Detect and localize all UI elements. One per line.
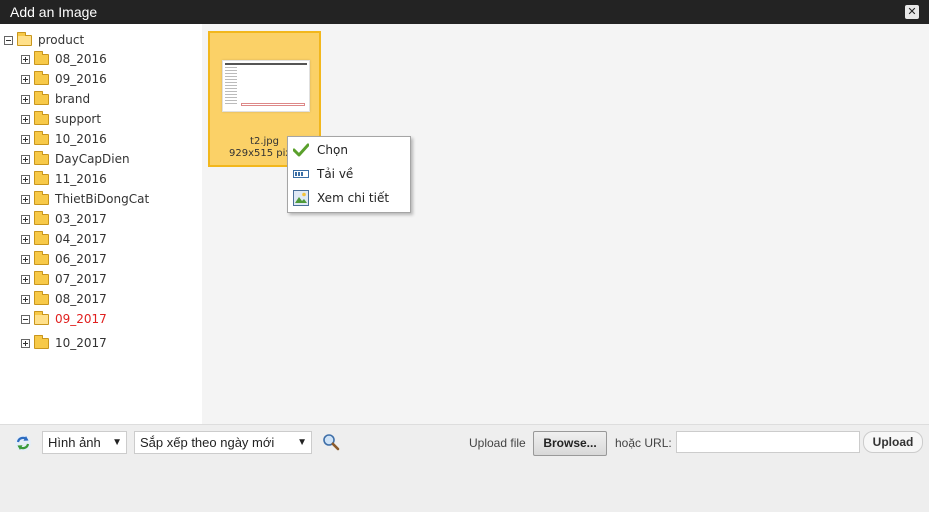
tree-item-label: product bbox=[38, 33, 85, 47]
image-preview-icon bbox=[292, 190, 310, 206]
tree-item-label: 11_2016 bbox=[55, 172, 107, 186]
tree-item[interactable]: 08_2017 bbox=[21, 289, 107, 309]
expand-icon[interactable] bbox=[21, 154, 30, 164]
expand-icon[interactable] bbox=[21, 74, 30, 84]
window-title: Add an Image bbox=[10, 4, 98, 20]
context-menu: Chọn Tải về Xem chi tiết bbox=[287, 136, 411, 213]
upload-button[interactable]: Upload bbox=[863, 431, 923, 453]
expand-icon[interactable] bbox=[21, 194, 30, 204]
expand-icon[interactable] bbox=[21, 114, 30, 124]
expand-icon[interactable] bbox=[21, 338, 30, 348]
tree-item[interactable]: 08_2016 bbox=[21, 49, 107, 69]
url-input[interactable] bbox=[676, 431, 860, 453]
expand-icon[interactable] bbox=[21, 94, 30, 104]
folder-icon bbox=[34, 50, 49, 65]
tree-item[interactable]: 07_2017 bbox=[21, 269, 107, 289]
search-icon[interactable] bbox=[322, 433, 340, 451]
sort-value: Sắp xếp theo ngày mới bbox=[140, 435, 275, 450]
close-icon[interactable]: ✕ bbox=[905, 5, 919, 19]
image-preview bbox=[222, 60, 310, 112]
refresh-icon[interactable] bbox=[14, 434, 32, 452]
expand-icon[interactable] bbox=[21, 214, 30, 224]
chevron-down-icon: ▼ bbox=[112, 437, 122, 448]
sort-select[interactable]: Sắp xếp theo ngày mới ▼ bbox=[134, 431, 312, 454]
menu-item-label: Xem chi tiết bbox=[317, 191, 390, 205]
folder-icon bbox=[34, 250, 49, 265]
menu-item-label: Tải về bbox=[317, 167, 354, 181]
folder-open-icon bbox=[34, 310, 49, 325]
menu-item-choose[interactable]: Chọn bbox=[288, 139, 410, 161]
tree-item[interactable]: 10_2017 bbox=[21, 333, 107, 353]
folder-icon bbox=[34, 150, 49, 165]
tree-item[interactable]: ThietBiDongCat bbox=[21, 189, 149, 209]
tree-root-product[interactable]: product bbox=[4, 30, 84, 50]
tree-item-label: support bbox=[55, 112, 102, 126]
folder-open-icon bbox=[17, 31, 32, 46]
title-bar: Add an Image ✕ bbox=[0, 0, 929, 24]
expand-icon[interactable] bbox=[21, 254, 30, 264]
browse-button[interactable]: Browse... bbox=[533, 431, 607, 456]
tree-item-label: 09_2017 bbox=[55, 312, 107, 326]
folder-icon bbox=[34, 70, 49, 85]
tree-item-label: 10_2016 bbox=[55, 132, 107, 146]
tree-item-selected[interactable]: 09_2017 bbox=[21, 309, 107, 329]
tree-item[interactable]: 10_2016 bbox=[21, 129, 107, 149]
expand-icon[interactable] bbox=[21, 294, 30, 304]
tree-item-label: 08_2016 bbox=[55, 52, 107, 66]
tree-item[interactable]: 11_2016 bbox=[21, 169, 107, 189]
file-type-filter[interactable]: Hình ảnh ▼ bbox=[42, 431, 127, 454]
folder-icon bbox=[34, 90, 49, 105]
folder-icon bbox=[34, 270, 49, 285]
menu-item-label: Chọn bbox=[317, 143, 348, 157]
upload-file-label: Upload file bbox=[469, 436, 526, 450]
folder-icon bbox=[34, 290, 49, 305]
folder-icon bbox=[34, 190, 49, 205]
collapse-icon[interactable] bbox=[4, 35, 13, 45]
expand-icon[interactable] bbox=[21, 54, 30, 64]
url-label: hoặc URL: bbox=[615, 436, 672, 450]
tree-item-label: ThietBiDongCat bbox=[55, 192, 150, 206]
tree-item-label: brand bbox=[55, 92, 91, 106]
expand-icon[interactable] bbox=[21, 134, 30, 144]
tree-item[interactable]: DayCapDien bbox=[21, 149, 130, 169]
tree-item-label: 08_2017 bbox=[55, 292, 107, 306]
chevron-down-icon: ▼ bbox=[297, 437, 307, 448]
folder-icon bbox=[34, 110, 49, 125]
folder-icon bbox=[34, 334, 49, 349]
expand-icon[interactable] bbox=[21, 174, 30, 184]
filter-value: Hình ảnh bbox=[48, 435, 101, 450]
tree-item-label: 06_2017 bbox=[55, 252, 107, 266]
file-browser-area: t2.jpg 929x515 pixel bbox=[202, 24, 929, 424]
tree-item[interactable]: brand bbox=[21, 89, 90, 109]
expand-icon[interactable] bbox=[21, 234, 30, 244]
tree-item[interactable]: 04_2017 bbox=[21, 229, 107, 249]
menu-item-download[interactable]: Tải về bbox=[288, 163, 410, 185]
tree-item-label: 07_2017 bbox=[55, 272, 107, 286]
tree-item-label: 04_2017 bbox=[55, 232, 107, 246]
folder-icon bbox=[34, 170, 49, 185]
tree-item[interactable]: support bbox=[21, 109, 101, 129]
bottom-toolbar: Hình ảnh ▼ Sắp xếp theo ngày mới ▼ Uploa… bbox=[0, 424, 929, 512]
download-icon bbox=[292, 166, 310, 182]
expand-icon[interactable] bbox=[21, 274, 30, 284]
folder-icon bbox=[34, 210, 49, 225]
folder-tree: product 08_2016 09_2016 brand support 10… bbox=[0, 24, 202, 424]
folder-icon bbox=[34, 230, 49, 245]
folder-icon bbox=[34, 130, 49, 145]
tree-item-label: 09_2016 bbox=[55, 72, 107, 86]
check-icon bbox=[292, 142, 310, 158]
tree-item-label: 03_2017 bbox=[55, 212, 107, 226]
collapse-icon[interactable] bbox=[21, 314, 30, 324]
tree-item-label: DayCapDien bbox=[55, 152, 130, 166]
tree-item[interactable]: 03_2017 bbox=[21, 209, 107, 229]
tree-item[interactable]: 06_2017 bbox=[21, 249, 107, 269]
tree-item-label: 10_2017 bbox=[55, 336, 107, 350]
menu-item-view-details[interactable]: Xem chi tiết bbox=[288, 187, 410, 209]
tree-item[interactable]: 09_2016 bbox=[21, 69, 107, 89]
